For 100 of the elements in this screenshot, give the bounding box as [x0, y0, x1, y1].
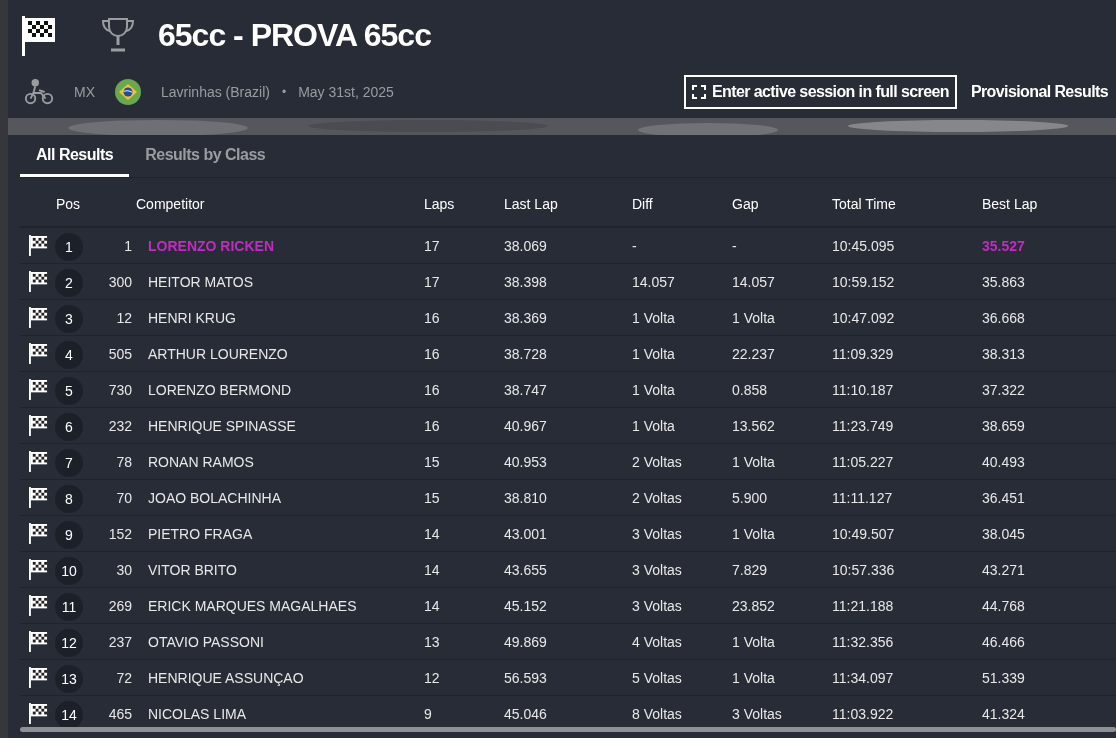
position-badge: 5 — [55, 376, 83, 405]
best-lap-cell: 51.339 — [982, 669, 1025, 686]
best-lap-cell: 44.768 — [982, 597, 1025, 614]
column-header: Laps — [424, 196, 455, 212]
position-badge: 8 — [55, 484, 83, 513]
total-time-cell: 10:47.092 — [832, 309, 895, 326]
laps-cell: 15 — [424, 453, 440, 470]
checkered-flag-icon — [29, 559, 48, 580]
total-time-cell: 11:34.097 — [832, 669, 894, 686]
position-badge: 12 — [55, 628, 83, 657]
bib-number: 72 — [116, 669, 132, 686]
checkered-flag-icon — [29, 415, 48, 436]
total-time-cell: 11:05.227 — [832, 453, 894, 470]
gap-cell: 1 Volta — [732, 453, 775, 470]
diff-cell: 8 Voltas — [632, 705, 682, 722]
last-lap-cell: 56.593 — [504, 669, 547, 686]
bib-number: 237 — [108, 633, 132, 650]
trophy-icon — [100, 17, 136, 53]
position-badge: 14 — [55, 700, 83, 729]
position-badge: 11 — [55, 592, 83, 621]
last-lap-cell: 43.655 — [504, 561, 547, 578]
laps-cell: 9 — [424, 705, 432, 722]
competitor-name: ARTHUR LOURENZO — [148, 345, 288, 362]
separator-dot: • — [281, 85, 287, 99]
checkered-flag-icon — [29, 631, 48, 652]
bib-number: 30 — [116, 561, 132, 578]
total-time-cell: 11:21.188 — [832, 597, 894, 614]
bib-number: 505 — [108, 345, 132, 362]
best-lap-cell: 36.451 — [982, 489, 1025, 506]
horizontal-scrollbar[interactable] — [20, 727, 1116, 732]
location-label: Lavrinhas (Brazil) — [161, 84, 270, 100]
position-badge: 10 — [55, 556, 83, 585]
country-flag-icon — [115, 79, 141, 105]
position-badge: 9 — [55, 520, 83, 549]
position-badge: 3 — [55, 304, 83, 333]
last-lap-cell: 45.046 — [504, 705, 547, 722]
diff-cell: 3 Voltas — [632, 597, 682, 614]
checkered-flag-icon — [29, 595, 48, 616]
diff-cell: 5 Voltas — [632, 669, 682, 686]
best-lap-cell: 43.271 — [982, 561, 1025, 578]
diff-cell: 3 Voltas — [632, 561, 682, 578]
competitor-name: LORENZO BERMOND — [148, 381, 292, 398]
checkered-flag-icon — [29, 343, 48, 364]
column-header: Best Lap — [982, 196, 1038, 212]
total-time-cell: 11:23.749 — [832, 417, 894, 434]
bib-number: 78 — [116, 453, 132, 470]
gap-cell: 0.858 — [732, 381, 768, 398]
competitor-name: PIETRO FRAGA — [148, 525, 253, 542]
diff-cell: 1 Volta — [632, 345, 675, 362]
gap-cell: 22.237 — [732, 345, 775, 362]
gap-cell: 5.900 — [732, 489, 768, 506]
position-badge: 7 — [55, 448, 83, 477]
competitor-name: JOAO BOLACHINHA — [148, 489, 282, 506]
gap-cell: 1 Volta — [732, 633, 775, 650]
best-lap-cell: 41.324 — [982, 705, 1025, 722]
tab[interactable]: All Results — [20, 135, 130, 177]
gap-cell: 23.852 — [732, 597, 775, 614]
total-time-cell: 11:32.356 — [832, 633, 894, 650]
checkered-flag-icon — [22, 16, 58, 56]
position-badge: 2 — [55, 268, 83, 297]
laps-cell: 17 — [424, 273, 440, 290]
best-lap-cell: 38.045 — [982, 525, 1025, 542]
fullscreen-button[interactable]: Enter active session in full screen — [684, 75, 957, 109]
best-lap-cell: 38.313 — [982, 345, 1025, 362]
best-lap-cell: 46.466 — [982, 633, 1025, 650]
gap-cell: 1 Volta — [732, 525, 775, 542]
position-badge: 13 — [55, 664, 83, 693]
best-lap-cell: 40.493 — [982, 453, 1025, 470]
gap-cell: 3 Voltas — [732, 705, 782, 722]
last-lap-cell: 49.869 — [504, 633, 547, 650]
competitor-name: OTAVIO PASSONI — [148, 633, 264, 650]
total-time-cell: 10:59.152 — [832, 273, 895, 290]
total-time-cell: 11:10.187 — [832, 381, 894, 398]
position-badge: 1 — [55, 232, 83, 261]
column-header: Pos — [56, 196, 81, 212]
best-lap-cell: 35.527 — [982, 237, 1025, 254]
diff-cell: 1 Volta — [632, 309, 675, 326]
competitor-name: VITOR BRITO — [148, 561, 237, 578]
total-time-cell: 11:03.922 — [832, 705, 894, 722]
tab[interactable]: Results by Class — [129, 135, 282, 177]
bib-number: 152 — [108, 525, 132, 542]
laps-cell: 14 — [424, 561, 440, 578]
checkered-flag-icon — [29, 667, 48, 688]
laps-cell: 12 — [424, 669, 440, 686]
total-time-cell: 10:49.507 — [832, 525, 895, 542]
checkered-flag-icon — [29, 235, 48, 256]
bib-number: 232 — [108, 417, 132, 434]
best-lap-cell: 37.322 — [982, 381, 1025, 398]
bib-number: 300 — [108, 273, 132, 290]
status-label: Provisional Results — [970, 83, 1108, 101]
last-lap-cell: 38.398 — [504, 273, 547, 290]
checkered-flag-icon — [29, 379, 48, 400]
laps-cell: 16 — [424, 417, 440, 434]
last-lap-cell: 45.152 — [504, 597, 547, 614]
total-time-cell: 10:45.095 — [832, 237, 895, 254]
diff-cell: 2 Voltas — [632, 453, 682, 470]
last-lap-cell: 43.001 — [504, 525, 547, 542]
last-lap-cell: 40.953 — [504, 453, 547, 470]
bib-number: 1 — [124, 237, 132, 254]
competitor-name: NICOLAS LIMA — [148, 705, 247, 722]
